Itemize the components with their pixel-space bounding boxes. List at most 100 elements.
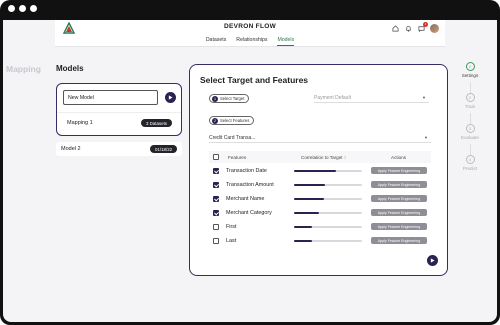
correlation-bar (294, 184, 362, 186)
feature-name: Last (226, 238, 237, 244)
feature-row: Merchant Name Apply Feature Engineering (209, 193, 431, 205)
step-check-icon: ✓ (465, 62, 475, 71)
apply-feature-engineering-button[interactable]: Apply Feature Engineering (371, 195, 427, 202)
feature-name: First (226, 224, 237, 230)
home-icon[interactable] (391, 25, 399, 33)
messages-icon[interactable]: 1 (417, 21, 428, 33)
model-name: Model 2 (61, 146, 81, 152)
correlation-bar-fill (294, 170, 337, 172)
step-number: 4 (465, 155, 475, 164)
feature-name: Merchant Name (226, 196, 265, 202)
correlation-bar-fill (294, 240, 313, 242)
col-header-actions: Actions (391, 155, 407, 160)
col-header-features: Features (228, 155, 247, 160)
feature-row: Last Apply Feature Engineering (209, 235, 431, 247)
section-label-mapping: Mapping (6, 64, 41, 74)
correlation-bar (294, 170, 362, 172)
step-number: 3 (465, 124, 475, 133)
correlation-bar (294, 240, 362, 242)
header-icons: 1 (391, 21, 439, 33)
correlation-bar-fill (294, 184, 325, 186)
feature-checkbox[interactable] (213, 196, 219, 202)
feature-name: Merchant Category (226, 210, 272, 216)
app-screen: DEVRON FLOW Datasets Relationships Model… (3, 20, 497, 322)
feature-row: Transaction Date Apply Feature Engineerin… (209, 165, 431, 177)
target-select-placeholder: Payment Default (314, 94, 351, 101)
stepper-settings[interactable]: ✓ Settings (455, 62, 485, 78)
next-step-button[interactable] (427, 255, 438, 266)
stepper-connector (469, 82, 471, 93)
new-model-input[interactable] (63, 90, 158, 105)
feature-checkbox[interactable] (213, 168, 219, 174)
step-number: 2 (212, 117, 218, 124)
chevron-down-icon: ▼ (422, 95, 426, 100)
step-number: 1 (212, 95, 218, 102)
datasets-badge: 3 Datasets (141, 119, 172, 127)
model-date-badge: 01/18/22 (150, 145, 178, 153)
feature-checkbox[interactable] (213, 210, 219, 216)
feature-row: First Apply Feature Engineering (209, 221, 431, 233)
feature-row: Transaction Amount Apply Feature Engineer… (209, 179, 431, 191)
stepper-label: Evaluate (461, 135, 479, 140)
tab-models[interactable]: Models (277, 37, 295, 46)
correlation-bar (294, 212, 362, 214)
correlation-bar-fill (294, 226, 313, 228)
window-frame: DEVRON FLOW Datasets Relationships Model… (0, 0, 500, 325)
col-header-correlation-label: Correlation to Target (301, 155, 343, 160)
col-header-correlation[interactable]: Correlation to Target ↑ (301, 155, 346, 160)
bell-icon[interactable] (404, 25, 412, 33)
apply-feature-engineering-button[interactable]: Apply Feature Engineering (371, 223, 427, 230)
stepper-train[interactable]: 2 Train (455, 93, 485, 109)
stepper-label: Predict (462, 166, 478, 171)
correlation-bar (294, 198, 362, 200)
apply-feature-engineering-button[interactable]: Apply Feature Engineering (371, 181, 427, 188)
main-tabs: Datasets Relationships Models (55, 37, 445, 46)
models-title: Models (56, 64, 84, 73)
correlation-bar (294, 226, 362, 228)
window-close-dot[interactable] (8, 5, 15, 12)
feature-checkbox[interactable] (213, 224, 219, 230)
feature-checkbox[interactable] (213, 238, 219, 244)
target-select[interactable]: Payment Default ▼ (314, 93, 429, 103)
features-table-header: Features Correlation to Target ↑ Actions (209, 151, 431, 163)
dataset-select[interactable]: Credit Card Transa... ▼ (209, 133, 431, 143)
tab-relationships[interactable]: Relationships (236, 37, 267, 46)
stepper-evaluate[interactable]: 3 Evaluate (455, 124, 485, 140)
feature-row: Merchant Category Apply Feature Engineeri… (209, 207, 431, 219)
correlation-bar-fill (294, 212, 320, 214)
window-maximize-dot[interactable] (30, 5, 37, 12)
play-icon (168, 95, 173, 100)
stepper-connector (469, 113, 471, 124)
model-card[interactable]: Model 2 01/18/22 (56, 142, 182, 156)
select-features-step[interactable]: 2 Select Features (209, 116, 255, 125)
apply-feature-engineering-button[interactable]: Apply Feature Engineering (371, 237, 427, 244)
select-target-step[interactable]: 1 Select Target (209, 94, 250, 103)
stepper-label: Train (464, 104, 476, 109)
correlation-bar-fill (294, 198, 324, 200)
panel-title: Select Target and Features (200, 75, 309, 85)
top-bar: DEVRON FLOW Datasets Relationships Model… (55, 20, 445, 47)
model-name: Mapping 1 (67, 120, 93, 126)
chevron-down-icon: ▼ (424, 135, 428, 140)
step-label: Select Target (220, 96, 245, 101)
user-avatar[interactable] (430, 24, 439, 33)
target-features-panel: Select Target and Features 1 Select Targ… (189, 64, 448, 276)
step-label: Select Features (220, 118, 250, 123)
window-controls (8, 5, 37, 12)
active-model-card[interactable]: Mapping 1 3 Datasets (56, 83, 182, 136)
apply-feature-engineering-button[interactable]: Apply Feature Engineering (371, 167, 427, 174)
feature-checkbox[interactable] (213, 182, 219, 188)
tab-datasets[interactable]: Datasets (206, 37, 226, 46)
dataset-select-value: Credit Card Transa... (209, 134, 256, 141)
card-divider (57, 112, 181, 113)
app-title: DEVRON FLOW (223, 23, 277, 30)
create-model-button[interactable] (165, 92, 176, 103)
stepper-connector (469, 144, 471, 155)
play-icon (430, 258, 435, 263)
select-all-checkbox[interactable] (213, 154, 219, 160)
notification-badge: 1 (423, 21, 428, 27)
apply-feature-engineering-button[interactable]: Apply Feature Engineering (371, 209, 427, 216)
window-minimize-dot[interactable] (19, 5, 26, 12)
step-number: 2 (465, 93, 475, 102)
stepper-predict[interactable]: 4 Predict (455, 155, 485, 171)
